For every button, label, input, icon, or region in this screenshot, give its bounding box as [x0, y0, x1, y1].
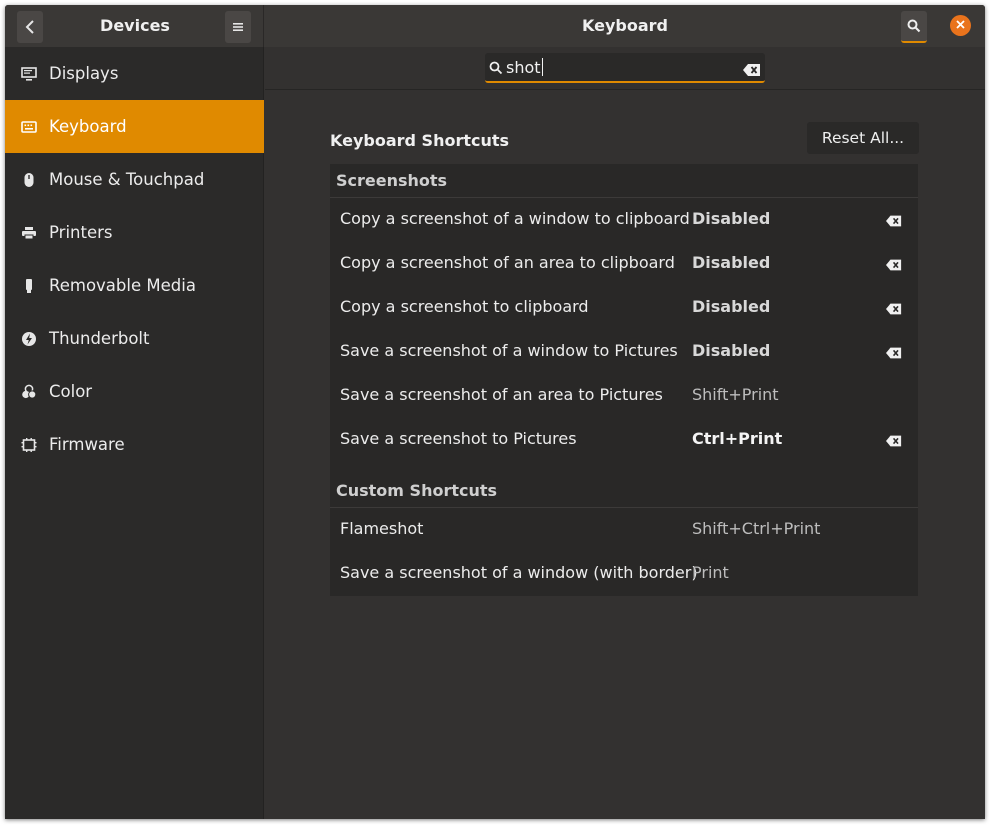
sidebar-item-label: Mouse & Touchpad — [49, 170, 205, 189]
chip-icon — [5, 437, 49, 452]
shortcut-accel[interactable]: Shift+Ctrl+Print — [692, 507, 820, 551]
shortcut-accel[interactable]: Disabled — [692, 329, 770, 373]
sidebar-item-mouse-touchpad[interactable]: Mouse & Touchpad — [5, 153, 264, 206]
shortcut-name: Save a screenshot of a window (with bord… — [340, 563, 698, 582]
table-row[interactable]: Copy a screenshot of an area to clipboar… — [330, 241, 918, 285]
close-button[interactable] — [950, 15, 971, 36]
search-icon — [907, 19, 921, 33]
mouse-icon — [5, 172, 49, 188]
table-row[interactable]: Save a screenshot of an area to Pictures… — [330, 373, 918, 417]
sidebar-item-displays[interactable]: Displays — [5, 47, 264, 100]
backspace-clear-icon[interactable] — [886, 256, 902, 275]
search-bar: shot — [265, 47, 985, 90]
shortcut-name: Save a screenshot of an area to Pictures — [340, 385, 663, 404]
sidebar-item-color[interactable]: Color — [5, 365, 264, 418]
table-row[interactable]: Copy a screenshot of a window to clipboa… — [330, 197, 918, 241]
search-toggle-button[interactable] — [901, 11, 927, 43]
close-icon — [956, 20, 965, 29]
main-content: Keyboard Shortcuts Reset All... Screensh… — [265, 91, 985, 819]
keyboard-icon — [5, 120, 49, 133]
sidebar-item-label: Keyboard — [49, 117, 127, 136]
shortcut-name: Copy a screenshot of an area to clipboar… — [340, 253, 675, 272]
backspace-clear-icon[interactable] — [886, 212, 902, 231]
table-row[interactable]: Save a screenshot to Pictures Ctrl+Print — [330, 417, 918, 461]
backspace-clear-icon[interactable] — [886, 344, 902, 363]
sidebar-item-removable-media[interactable]: Removable Media — [5, 259, 264, 312]
shortcut-accel[interactable]: Shift+Print — [692, 373, 779, 417]
shortcut-accel[interactable]: Print — [692, 551, 729, 595]
backspace-clear-icon[interactable] — [743, 61, 761, 80]
sidebar-item-label: Thunderbolt — [49, 329, 150, 348]
sidebar-item-thunderbolt[interactable]: Thunderbolt — [5, 312, 264, 365]
settings-window: Devices Keyboard Displays Keyboard Mouse… — [5, 5, 985, 819]
table-row[interactable]: Copy a screenshot to clipboard Disabled — [330, 285, 918, 329]
back-button[interactable] — [17, 11, 43, 43]
shortcut-name: Copy a screenshot to clipboard — [340, 297, 589, 316]
menu-button[interactable] — [225, 11, 251, 43]
thunderbolt-icon — [5, 331, 49, 347]
search-input[interactable]: shot — [485, 53, 765, 83]
group-header-screenshots: Screenshots — [330, 164, 918, 198]
reset-all-button[interactable]: Reset All... — [807, 122, 919, 154]
backspace-clear-icon[interactable] — [886, 300, 902, 319]
shortcut-name: Copy a screenshot of a window to clipboa… — [340, 209, 690, 228]
section-title: Keyboard Shortcuts — [330, 131, 510, 150]
chevron-left-icon — [25, 20, 34, 34]
printer-icon — [5, 226, 49, 240]
shortcut-accel[interactable]: Disabled — [692, 241, 770, 285]
table-row[interactable]: Save a screenshot of a window (with bord… — [330, 551, 918, 595]
shortcut-accel[interactable]: Ctrl+Print — [692, 417, 782, 461]
shortcut-accel[interactable]: Disabled — [692, 197, 770, 241]
sidebar-item-printers[interactable]: Printers — [5, 206, 264, 259]
sidebar-header: Devices — [5, 5, 264, 47]
sidebar-item-label: Color — [49, 382, 93, 401]
sidebar-item-keyboard[interactable]: Keyboard — [5, 100, 264, 153]
sidebar-item-label: Printers — [49, 223, 113, 242]
sidebar-item-firmware[interactable]: Firmware — [5, 418, 264, 471]
sidebar-title: Devices — [100, 16, 170, 35]
hamburger-menu-icon — [233, 23, 243, 31]
sidebar: Displays Keyboard Mouse & Touchpad Print… — [5, 47, 264, 819]
shortcuts-list: Screenshots Copy a screenshot of a windo… — [330, 164, 918, 596]
color-icon — [5, 384, 49, 400]
shortcut-name: Save a screenshot to Pictures — [340, 429, 577, 448]
table-row[interactable]: Flameshot Shift+Ctrl+Print — [330, 507, 918, 551]
backspace-clear-icon[interactable] — [886, 432, 902, 451]
group-header-custom-shortcuts: Custom Shortcuts — [330, 474, 918, 508]
search-icon — [489, 60, 503, 79]
shortcut-name: Save a screenshot of a window to Picture… — [340, 341, 678, 360]
header-bar: Devices Keyboard — [5, 5, 985, 47]
shortcut-accel[interactable]: Disabled — [692, 285, 770, 329]
usb-drive-icon — [5, 278, 49, 294]
sidebar-item-label: Removable Media — [49, 276, 196, 295]
search-input-value: shot — [506, 58, 543, 77]
page-title: Keyboard — [582, 16, 668, 35]
sidebar-item-label: Firmware — [49, 435, 125, 454]
sidebar-item-label: Displays — [49, 64, 119, 83]
table-row[interactable]: Save a screenshot of a window to Picture… — [330, 329, 918, 373]
shortcut-name: Flameshot — [340, 519, 424, 538]
display-icon — [5, 66, 49, 81]
